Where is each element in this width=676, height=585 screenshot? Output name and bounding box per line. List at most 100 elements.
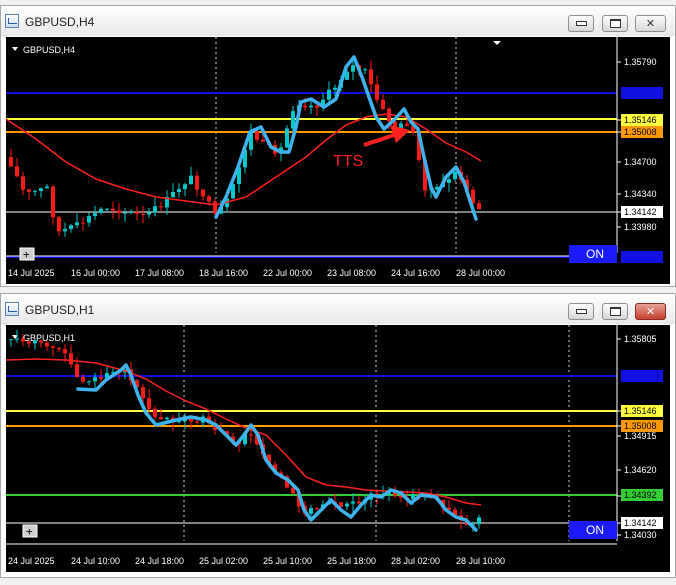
maximize-button[interactable]	[602, 15, 628, 32]
chart-window-h4[interactable]: GBPUSD,H4 ✕ GBPUSD,H4 TTS 1.35790 1.35146 1…	[0, 5, 676, 287]
candle-body	[33, 340, 37, 344]
level-tag-box	[621, 251, 663, 263]
candle-body	[261, 139, 265, 142]
candle-body	[285, 128, 289, 148]
chart-window-icon	[5, 302, 19, 316]
level-tag-box	[621, 370, 663, 382]
price-tag-label: 1.34142	[624, 518, 657, 528]
candle-body	[477, 517, 481, 525]
price-scale-label: 1.34030	[624, 530, 657, 540]
candle-body	[153, 206, 157, 213]
trend-trace-line[interactable]	[76, 363, 478, 532]
chart-area-h1[interactable]: GBPUSD,H1 1.358051.351461.350081.349151.…	[6, 325, 670, 572]
chart-canvas-h4[interactable]: GBPUSD,H4 TTS 1.35790 1.35146 1.35008 1.3470…	[6, 37, 670, 284]
close-button[interactable]: ✕	[635, 15, 666, 32]
candle-body	[81, 222, 85, 224]
on-button-label[interactable]: ON	[586, 247, 604, 261]
add-symbol-icon[interactable]: +	[23, 248, 30, 261]
price-tag-label: 1.34142	[624, 207, 657, 217]
candle-body	[69, 225, 73, 229]
price-scale-label: 1.34915	[624, 431, 657, 441]
candle-body	[63, 349, 67, 354]
time-axis-label: 24 Jul 18:00	[135, 556, 184, 566]
candle-body	[75, 364, 79, 377]
time-axis-label: 28 Jul 00:00	[456, 268, 505, 278]
candle-body	[141, 213, 145, 215]
close-button[interactable]: ✕	[635, 303, 666, 320]
candle-body	[357, 501, 361, 504]
titlebar-h4[interactable]: GBPUSD,H4 ✕	[1, 6, 675, 36]
candle-body	[21, 338, 25, 342]
candle-body	[309, 105, 313, 108]
candle-body	[153, 408, 157, 418]
time-axis-label: 14 Jul 2025	[8, 268, 55, 278]
candle-body	[21, 176, 25, 190]
candle-body	[477, 203, 481, 210]
candle-body	[15, 338, 19, 340]
time-axis-label: 25 Jul 10:00	[263, 556, 312, 566]
minimize-icon	[575, 21, 587, 26]
shift-marker-icon[interactable]	[493, 41, 501, 45]
on-button-label[interactable]: ON	[586, 523, 604, 537]
arrow-line	[363, 133, 395, 147]
maximize-icon	[609, 307, 621, 316]
time-axis-label: 25 Jul 02:00	[199, 556, 248, 566]
price-tag-label: 1.35008	[624, 127, 657, 137]
candle-body	[453, 171, 457, 180]
candle-body	[351, 65, 355, 72]
candle-body	[135, 211, 139, 214]
arrow-head-icon	[390, 125, 410, 143]
time-axis-label: 23 Jul 08:00	[327, 268, 376, 278]
candle-body	[111, 208, 115, 211]
time-axis-label: 25 Jul 18:00	[327, 556, 376, 566]
chart-window-icon	[5, 14, 19, 28]
time-axis-label: 24 Jul 10:00	[71, 556, 120, 566]
candle-body	[87, 216, 91, 223]
candle-body	[117, 210, 121, 214]
time-axis-label: 28 Jul 10:00	[456, 556, 505, 566]
chart-symbol-label: GBPUSD,H4	[23, 45, 75, 55]
price-scale-label: 1.34700	[624, 157, 657, 167]
candle-body	[171, 192, 175, 198]
candle-body	[57, 217, 61, 232]
candle-body	[159, 206, 163, 208]
candle-body	[303, 105, 307, 108]
candle-body	[369, 69, 373, 85]
maximize-button[interactable]	[602, 303, 628, 320]
candle-body	[291, 111, 295, 129]
candle-body	[363, 69, 367, 71]
candle-body	[249, 434, 253, 436]
candle-body	[201, 189, 205, 197]
candle-body	[15, 166, 19, 177]
chart-canvas-h1[interactable]: GBPUSD,H1 1.358051.351461.350081.349151.…	[6, 325, 670, 572]
candle-body	[339, 502, 343, 507]
candle-body	[315, 105, 319, 108]
candle-body	[159, 417, 163, 420]
minimize-button[interactable]	[568, 303, 594, 320]
candle-body	[81, 376, 85, 382]
candle-body	[45, 186, 49, 189]
add-symbol-icon[interactable]: +	[26, 525, 33, 538]
maximize-icon	[609, 19, 621, 28]
candle-body	[99, 377, 103, 379]
time-axis-label: 16 Jul 00:00	[71, 268, 120, 278]
candle-body	[381, 99, 385, 109]
candle-body	[195, 175, 199, 190]
candle-body	[255, 131, 259, 140]
candle-body	[447, 179, 451, 183]
price-tag-label: 1.34392	[624, 490, 657, 500]
chart-menu-icon[interactable]	[12, 47, 18, 51]
candle-body	[123, 212, 127, 214]
candle-body	[75, 222, 79, 226]
candle-body	[129, 211, 133, 213]
titlebar-h1[interactable]: GBPUSD,H1 ✕	[1, 294, 675, 324]
price-tag-label: 1.35146	[624, 115, 657, 125]
window-title: GBPUSD,H1	[25, 303, 95, 317]
candle-body	[327, 89, 331, 100]
candle-body	[309, 508, 313, 514]
time-axis-label: 24 Jul 2025	[8, 556, 55, 566]
chart-window-h1[interactable]: GBPUSD,H1 ✕ GBPUSD,H1 1.35805 1.35146 1.35…	[0, 293, 676, 578]
minimize-button[interactable]	[568, 15, 594, 32]
chart-area-h4[interactable]: GBPUSD,H4 TTS 1.35790 1.35146 1.35008 1.3470…	[6, 37, 670, 284]
price-scale-label: 1.34620	[624, 465, 657, 475]
